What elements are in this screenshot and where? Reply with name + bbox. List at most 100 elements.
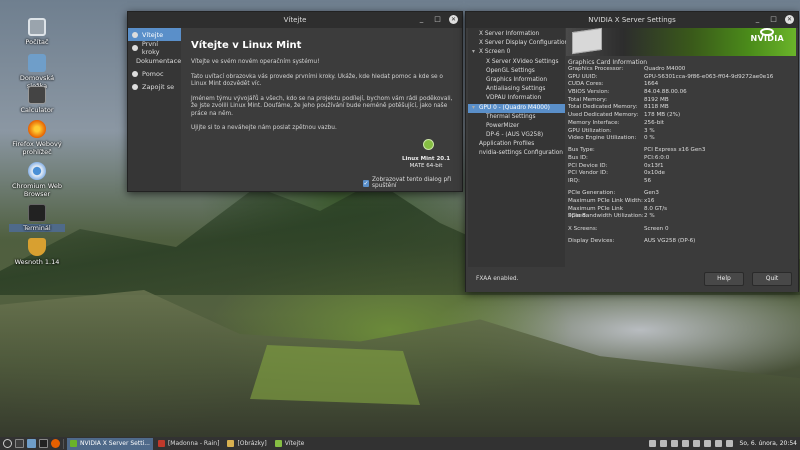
task-label: Vítejte [284,440,305,447]
maximize-button[interactable]: □ [769,15,778,24]
property-value: 2 % [644,213,655,220]
nvidia-titlebar[interactable]: NVIDIA X Server Settings _ □ ✕ [466,12,798,28]
desktop-icon-firefox[interactable]: Firefox Webový prohlížeč [9,120,65,156]
welcome-sidebar: Vítejte První kroky Dokumentace Pomoc Za… [128,28,181,191]
tree-item-label: PowerMizer [486,122,520,129]
expand-arrow-icon[interactable]: ▾ [472,48,479,57]
desktop-icon-calculator[interactable]: Calculator [9,86,65,114]
tree-item-label: X Screen 0 [479,49,511,56]
show-on-startup-label: Zobrazovat tento dialog při spuštění [371,177,452,189]
tree-item[interactable]: VDPAU Information [468,94,565,103]
property-key: PCI Vendor ID: [568,170,608,177]
property-value: GPU-56301cca-9f86-e063-ff04-9d9272ae0e16 [644,73,774,80]
task-label: NVIDIA X Server Setti... [80,440,150,447]
desktop-icon-label: Počítač [25,38,49,46]
property-key: Maximum PCIe Link Speed: [568,205,623,220]
terminal-icon[interactable] [39,439,48,448]
power-icon[interactable] [714,440,722,447]
show-on-startup-option[interactable]: ✓ Zobrazovat tento dialog při spuštění [363,177,462,189]
property-row: Display Devices: AUS VG258 (DP-6) [568,238,796,246]
quit-button[interactable]: Quit [752,272,792,286]
desktop-icon-computer[interactable]: Počítač [9,18,65,46]
welcome-titlebar[interactable]: Vítejte _ □ ✕ [128,12,462,28]
firefox-icon[interactable] [51,439,60,448]
taskbar-window-button[interactable]: [Madonna - Rain] [155,438,222,450]
desktop-icon-chromium[interactable]: Chromium Web Browser [9,162,65,198]
shield-icon[interactable] [670,440,678,447]
taskbar-window-button[interactable]: NVIDIA X Server Setti... [67,437,153,450]
desktop-icon-wesnoth[interactable]: Wesnoth 1.14 [9,238,65,266]
close-button[interactable]: ✕ [449,15,458,24]
property-value: Gen3 [644,190,659,197]
task-label: [Madonna - Rain] [167,440,220,447]
maximize-button[interactable]: □ [433,15,442,24]
checkbox-checked-icon[interactable]: ✓ [363,179,369,187]
minimize-button[interactable]: _ [753,15,762,24]
rocket-icon [132,44,138,51]
property-key: PCIe Generation: [568,190,616,197]
system-tray: So, 6. února, 20:54 [648,437,800,450]
sidebar-item-help[interactable]: Pomoc [128,67,181,80]
expand-arrow-icon[interactable]: ▾ [472,104,479,113]
sidebar-item-get-involved[interactable]: Zapojit se [128,80,181,93]
clock[interactable]: So, 6. února, 20:54 [740,440,797,447]
bluetooth-icon[interactable] [659,440,667,447]
sync-icon[interactable] [681,440,689,447]
property-key: PCI Device ID: [568,162,608,169]
property-value: 0x13f1 [644,162,664,169]
tree-item[interactable]: Antialiasing Settings [468,85,565,94]
network-icon[interactable] [648,440,656,447]
tree-item[interactable]: ▾ GPU 0 - (Quadro M4000) [468,103,565,113]
menu-button[interactable] [3,439,12,448]
taskbar-window-button[interactable]: Vítejte [272,438,308,450]
property-row: VBIOS Version: 84.04.88.00.06 [568,89,796,97]
window-title: Vítejte [283,16,307,24]
close-button[interactable]: ✕ [785,15,794,24]
property-key: Graphics Processor: [568,66,624,72]
sidebar-item-label: Vítejte [142,30,164,39]
tree-item[interactable]: Graphics Information [468,76,565,85]
gpu-info-panel: NVIDIA Graphics Card Information Graphic… [566,27,796,267]
property-row: Memory Interface: 256-bit [568,120,796,128]
tree-item-label: VDPAU Information [486,95,542,102]
tree-item[interactable]: PowerMizer [468,122,565,131]
tree-item-label: X Server Display Configuration [479,40,569,47]
help-button[interactable]: Help [704,272,744,286]
file-manager-icon[interactable] [27,439,36,448]
mail-icon[interactable] [725,440,733,447]
update-manager-icon[interactable] [692,440,700,447]
volume-icon[interactable] [703,440,711,447]
sidebar-item-first-steps[interactable]: První kroky [128,40,181,56]
app-icon [227,440,235,447]
desktop-icon-home[interactable]: Domovská složka [9,54,65,90]
show-desktop-icon[interactable] [15,439,24,448]
task-label: [Obrázky] [237,440,267,447]
sidebar-item-label: Zapojit se [142,82,175,91]
tree-item[interactable]: Thermal Settings [468,113,565,122]
tree-item-label: Application Profiles [479,141,535,148]
taskbar-window-button[interactable]: [Obrázky] [224,438,269,450]
star-icon [132,83,138,90]
tree-item[interactable]: ▾ X Screen 0 [468,48,565,57]
window-title: NVIDIA X Server Settings [588,16,676,24]
sidebar-item-documentation[interactable]: Dokumentace [128,54,181,67]
tree-item[interactable]: nvidia-settings Configuration [468,149,565,158]
tree-item[interactable]: X Server Display Configuration [468,39,569,48]
tree-item[interactable]: OpenGL Settings [468,67,565,76]
app-icon [70,440,77,447]
taskbar: NVIDIA X Server Setti... [Madonna - Rain]… [0,437,800,450]
tree-item[interactable]: Application Profiles [468,140,565,149]
app-icon [157,440,165,447]
tree-item-label: GPU 0 - (Quadro M4000) [479,104,550,111]
tree-item[interactable]: DP-6 - (AUS VG258) [468,131,565,140]
lifebuoy-icon [132,70,138,77]
property-value: x16 [644,198,655,204]
tree-item[interactable]: X Server XVideo Settings [468,58,565,67]
tree-item[interactable]: X Server Information [468,30,565,39]
property-row: Total Dedicated Memory: 8118 MB [568,104,796,112]
desktop-icon-terminal[interactable]: Terminál [9,204,65,232]
property-row: CUDA Cores: 1664 [568,81,796,89]
property-key: PCIe Bandwidth Utilization: [568,213,644,220]
minimize-button[interactable]: _ [417,15,426,24]
property-key: X Screens: [568,225,598,232]
